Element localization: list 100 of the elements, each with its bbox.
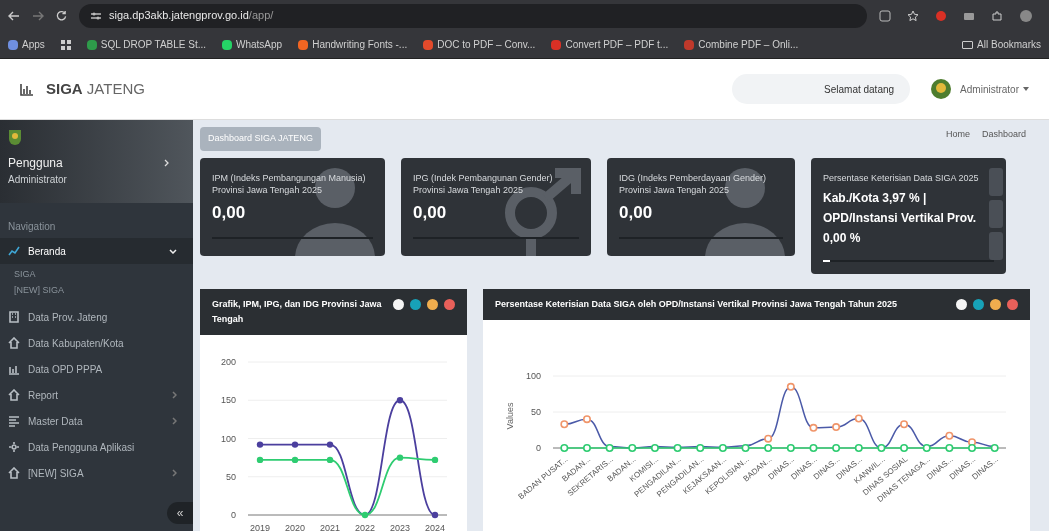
y-tick-label: 200 <box>220 356 236 367</box>
data-point <box>431 456 439 463</box>
data-point <box>256 440 264 448</box>
submenu-item[interactable]: [NEW] SIGA <box>14 284 64 300</box>
tab-groups-icon[interactable] <box>60 39 71 50</box>
reload-icon[interactable] <box>56 10 67 21</box>
expand-icon[interactable] <box>956 298 967 310</box>
user-menu-button[interactable]: Administrator <box>960 81 1029 97</box>
profile-icon[interactable] <box>1019 8 1033 23</box>
navigation-heading: Navigation <box>7 220 57 234</box>
back-icon[interactable] <box>8 10 20 21</box>
data-point <box>990 443 999 452</box>
data-point <box>650 443 659 452</box>
translate-icon[interactable] <box>879 9 891 22</box>
apps-grid-icon <box>8 39 18 50</box>
sidebar-item[interactable]: Report <box>0 382 193 408</box>
y-tick-label: 100 <box>525 370 541 381</box>
caret-down-icon <box>1023 87 1029 91</box>
card-subtitle: Provinsi Jawa Tengah 2025 <box>413 183 523 196</box>
data-point <box>583 414 591 423</box>
page-title-badge: Dashboard SIGA JATENG <box>200 127 321 151</box>
forward-icon[interactable] <box>32 10 44 21</box>
user-role: Administrator <box>8 173 67 187</box>
data-point <box>361 511 369 518</box>
data-point <box>854 413 863 422</box>
card-value: 0,00 <box>212 201 246 224</box>
card-value: 0,00 <box>413 201 447 224</box>
y-tick-label: 100 <box>220 433 236 443</box>
card-title: IPG (Indek Pembangunan Gender) <box>413 171 553 184</box>
data-point <box>673 443 682 452</box>
y-tick-label: 50 <box>226 471 236 482</box>
sidebar-item[interactable]: Beranda <box>0 238 193 264</box>
breadcrumb-link[interactable]: Dashboard <box>981 128 1026 142</box>
data-point <box>764 443 773 452</box>
bookmark-star-icon[interactable] <box>907 9 919 22</box>
data-point <box>560 419 569 428</box>
bookmark-link[interactable]: DOC to PDF – Conv... <box>423 37 536 52</box>
all-bookmarks-link[interactable]: All Bookmarks <box>962 37 1041 52</box>
site-info-icon[interactable] <box>91 11 101 20</box>
y-tick-label: 0 <box>231 509 236 520</box>
line-chart-icon <box>8 245 20 257</box>
expand-icon[interactable] <box>393 298 404 310</box>
close-icon[interactable] <box>1007 298 1018 310</box>
bookmark-link[interactable]: Handwriting Fonts -... <box>298 37 408 52</box>
bar-chart-logo-icon <box>20 82 34 96</box>
data-point <box>900 419 909 428</box>
site-favicon-icon <box>298 39 309 50</box>
submenu-item[interactable]: SIGA <box>14 268 36 284</box>
extension-icon[interactable] <box>935 9 947 22</box>
refresh-icon[interactable] <box>973 298 984 310</box>
site-favicon-icon <box>222 39 233 50</box>
data-point <box>605 443 614 452</box>
data-point <box>291 456 299 463</box>
card-title: IPM (Indeks Pembangungan Manusia) <box>212 171 366 184</box>
panel-title: Persentase Keterisian Data SIGA oleh OPD/Instansi Vertikal Provinsi Jawa Tengah Tahun 2025 <box>495 297 898 311</box>
y-tick-label: 50 <box>531 406 541 417</box>
bookmark-link[interactable]: Convert PDF – PDF t... <box>551 37 669 52</box>
sidebar-item[interactable]: Data Pengguna Aplikasi <box>0 434 193 460</box>
bookmark-link[interactable]: Combine PDF – Onli... <box>684 37 799 52</box>
card-title: IDG (Indeks Pemberdayaan Gender) <box>619 171 767 184</box>
list-icon <box>8 415 20 427</box>
sidebar-item[interactable]: Data OPD PPPA <box>0 356 193 382</box>
sidebar-item[interactable]: Data Kabupaten/Kota <box>0 330 193 356</box>
minimize-icon[interactable] <box>427 298 438 310</box>
x-tick-label: 2023 <box>390 522 410 531</box>
refresh-icon[interactable] <box>410 298 421 310</box>
x-tick-label: 2022 <box>355 522 375 531</box>
house-icon <box>8 389 20 401</box>
site-favicon-icon <box>423 39 434 50</box>
card-title: Persentase Keterisian Data SIGA 2025 <box>823 171 979 184</box>
minimize-icon[interactable] <box>990 298 1001 310</box>
card-subtitle: Provinsi Jawa Tengah 2025 <box>619 183 729 196</box>
bookmark-link[interactable]: WhatsApp <box>222 37 283 52</box>
data-point <box>628 443 637 452</box>
data-point <box>786 443 795 452</box>
x-tick-label: 2020 <box>285 522 305 531</box>
data-point <box>326 440 334 448</box>
sidebar-item[interactable]: Master Data <box>0 408 193 434</box>
card-value: 0,00 <box>619 201 653 224</box>
grid-background-icon <box>989 167 1003 260</box>
bookmark-link[interactable]: Apps <box>8 37 45 52</box>
address-bar[interactable]: siga.dp3akb.jatengprov.go.id/app/ <box>79 3 867 28</box>
chevron-right-icon[interactable] <box>164 159 169 167</box>
data-point <box>291 440 299 448</box>
data-point <box>431 511 439 518</box>
greeting-field: Selamat datang <box>732 74 911 104</box>
panel-title: Grafik, IPM, IPG, dan IDG Provinsi Jawa Tengah <box>212 297 383 326</box>
breadcrumb-link[interactable]: Home <box>945 128 970 142</box>
puzzle-icon[interactable] <box>991 9 1003 22</box>
folder-icon <box>962 40 974 49</box>
bookmark-link[interactable]: SQL DROP TABLE St... <box>86 37 207 52</box>
sidebar-item[interactable]: Data Prov. Jateng <box>0 304 193 330</box>
close-icon[interactable] <box>444 298 455 310</box>
data-point <box>922 443 931 452</box>
y-axis-label: Values <box>505 402 515 429</box>
y-tick-label: 0 <box>536 442 541 453</box>
data-point <box>396 396 404 403</box>
collapse-sidebar-button[interactable]: « <box>167 502 193 524</box>
card-subtitle: Provinsi Jawa Tengah 2025 <box>212 183 322 196</box>
sidebar-item[interactable]: [NEW] SIGA <box>0 460 193 486</box>
